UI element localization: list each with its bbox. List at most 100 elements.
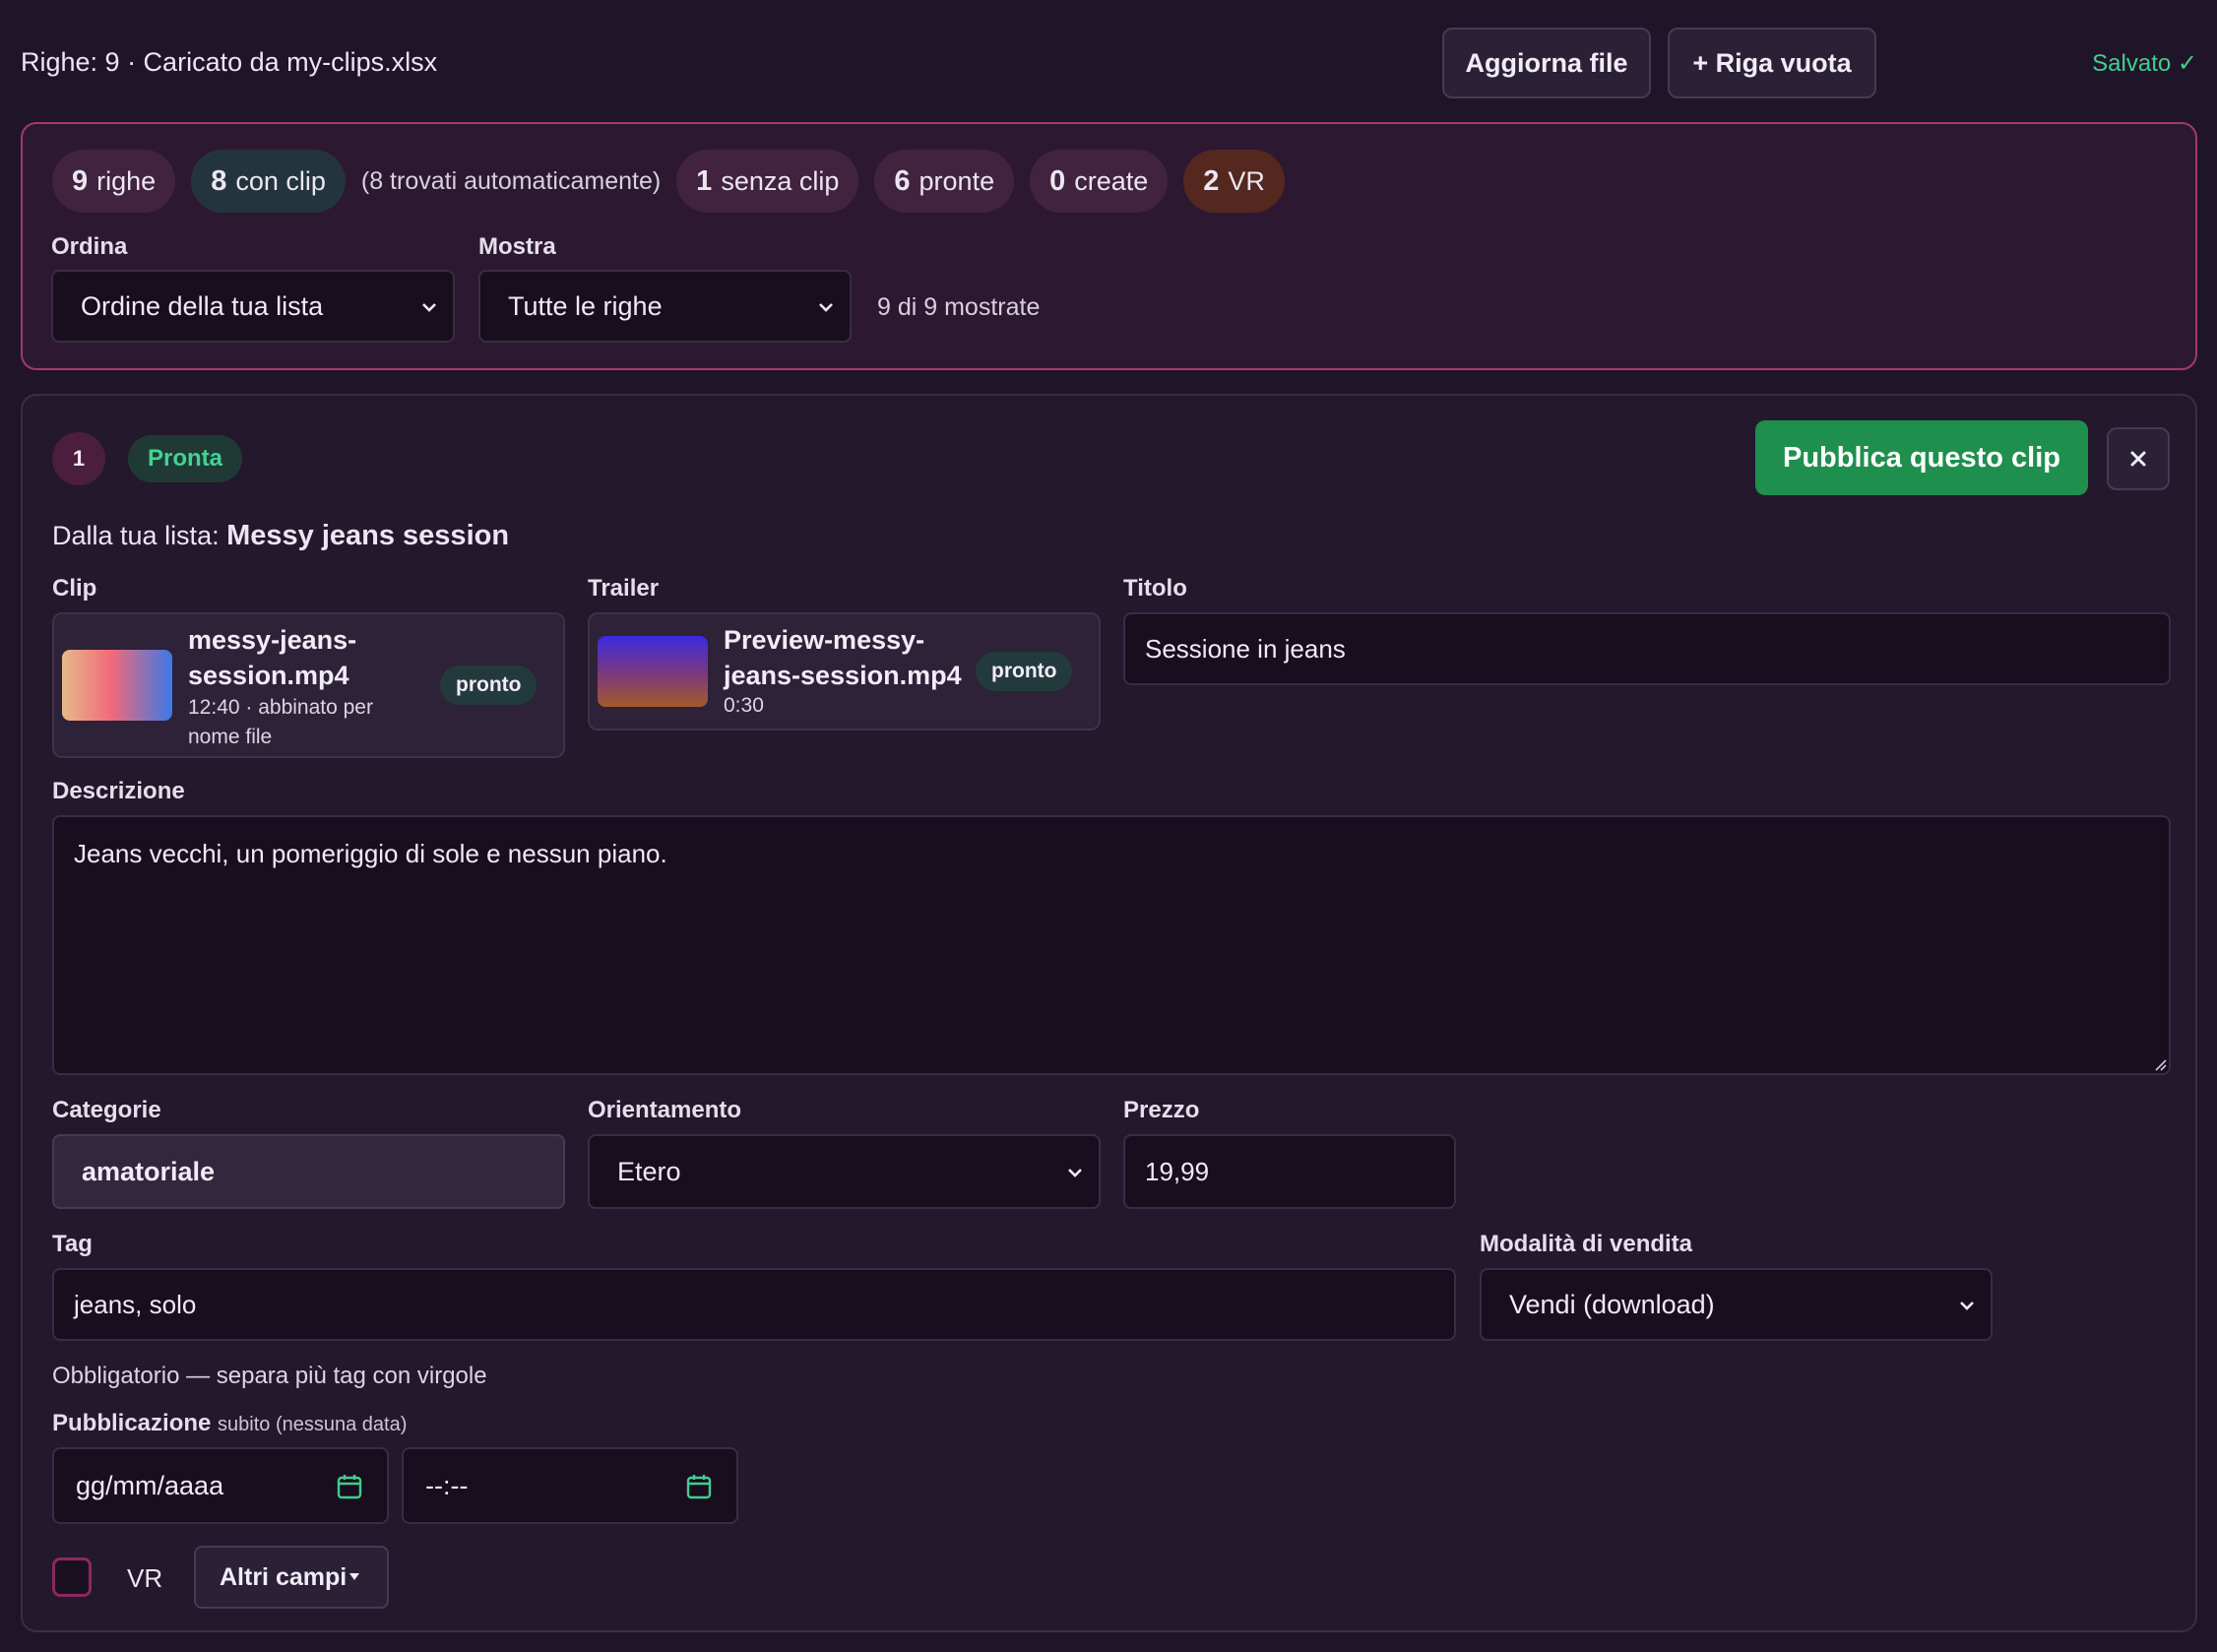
orientation-value: Etero: [617, 1156, 681, 1186]
chip-created-label: create: [1074, 165, 1149, 196]
chip-without-clip-label: senza clip: [721, 165, 840, 196]
publication-date-input[interactable]: gg/mm/aaaa: [52, 1447, 389, 1524]
close-icon: [2130, 451, 2146, 467]
clip-label: Clip: [52, 575, 97, 602]
clip-file-name-line2: session.mp4: [188, 661, 349, 690]
chip-vr-count: 2: [1203, 164, 1220, 197]
description-textarea[interactable]: Jeans vecchi, un pomeriggio di sole e ne…: [52, 815, 2171, 1075]
chip-rows[interactable]: 9 righe: [52, 150, 176, 213]
categories-label: Categorie: [52, 1097, 161, 1123]
chip-created-count: 0: [1049, 164, 1066, 197]
calendar-icon[interactable]: [685, 1473, 713, 1500]
chip-with-clip[interactable]: 8 con clip: [191, 150, 346, 213]
status-badge: Pronta: [128, 435, 243, 482]
rows-loaded-info: Righe: 9 · Caricato da my-clips.xlsx: [21, 47, 438, 77]
sale-mode-select[interactable]: Vendi (download): [1480, 1268, 1993, 1341]
chip-rows-label: righe: [96, 165, 157, 196]
chip-without-clip[interactable]: 1 senza clip: [676, 150, 859, 213]
shown-count: 9 di 9 mostrate: [877, 293, 1041, 321]
show-select[interactable]: Tutte le righe: [478, 270, 852, 343]
top-bar: Righe: 9 · Caricato da my-clips.xlsx Agg…: [0, 0, 2217, 126]
clip-file-name-line1: messy-jeans-: [188, 625, 357, 655]
publication-time-input[interactable]: --:--: [402, 1447, 738, 1524]
publication-date-placeholder: gg/mm/aaaa: [76, 1470, 224, 1500]
add-empty-row-button[interactable]: + Riga vuota: [1668, 28, 1876, 98]
publication-time-placeholder: --:--: [425, 1470, 469, 1500]
trailer-file-name: Preview-messy- jeans-session.mp4: [724, 622, 962, 693]
description-label: Descrizione: [52, 778, 185, 804]
publication-note: subito (nessuna data): [218, 1414, 408, 1435]
trailer-file-meta: 0:30: [724, 694, 764, 717]
publication-label: Pubblicazione subito (nessuna data): [52, 1410, 407, 1437]
chip-rows-count: 9: [72, 164, 89, 197]
title-input-value: Sessione in jeans: [1145, 633, 1346, 664]
more-fields-label: Altri campi: [220, 1562, 348, 1591]
calendar-icon[interactable]: [336, 1473, 363, 1500]
trailer-thumbnail: [598, 636, 708, 707]
trailer-status-pill: pronto: [976, 652, 1073, 691]
saved-status: Salvato ✓: [2092, 50, 2197, 77]
row-number: 1: [52, 432, 105, 485]
title-input[interactable]: Sessione in jeans: [1123, 612, 2171, 685]
price-input[interactable]: 19,99: [1123, 1134, 1456, 1209]
row-card: 1 Pronta Pubblica questo clip Dalla tua …: [21, 394, 2197, 1632]
description-value: Jeans vecchi, un pomeriggio di sole e ne…: [74, 839, 667, 868]
chip-with-clip-label: con clip: [235, 165, 326, 196]
resize-grip-icon[interactable]: [2153, 1057, 2167, 1071]
more-fields-button[interactable]: Altri campi: [194, 1546, 389, 1609]
trailer-file-name-line1: Preview-messy-: [724, 625, 925, 655]
tags-value: jeans, solo: [74, 1289, 197, 1319]
from-list-name: Messy jeans session: [226, 520, 510, 551]
chip-ready[interactable]: 6 pronte: [874, 150, 1015, 213]
chip-with-clip-count: 8: [211, 164, 227, 197]
price-label: Prezzo: [1123, 1097, 1200, 1123]
clip-file-meta-line2: nome file: [188, 726, 273, 748]
categories-input[interactable]: amatoriale: [52, 1134, 565, 1209]
chevron-down-icon: [819, 303, 833, 312]
page: Righe: 9 · Caricato da my-clips.xlsx Agg…: [0, 0, 2217, 1652]
sort-select-value: Ordine della tua lista: [81, 290, 324, 321]
chevron-down-icon: [1068, 1169, 1082, 1177]
trailer-file-box[interactable]: Preview-messy- jeans-session.mp4 0:30 pr…: [588, 612, 1101, 731]
show-label: Mostra: [478, 233, 556, 260]
chevron-down-icon: [1960, 1302, 1974, 1310]
tags-input[interactable]: jeans, solo: [52, 1268, 1456, 1341]
from-list-prefix: Dalla tua lista:: [52, 521, 220, 550]
sort-label: Ordina: [51, 233, 128, 260]
categories-value: amatoriale: [82, 1156, 216, 1186]
title-label: Titolo: [1123, 575, 1187, 602]
tags-hint: Obbligatorio — separa più tag con virgol…: [52, 1363, 487, 1389]
from-list-source: Dalla tua lista: Messy jeans session: [52, 520, 509, 552]
chip-vr[interactable]: 2 VR: [1183, 150, 1285, 213]
publication-label-text: Pubblicazione: [52, 1410, 212, 1436]
chip-without-clip-count: 1: [696, 164, 713, 197]
clip-file-meta-line1: 12:40 · abbinato per: [188, 696, 373, 719]
chip-ready-count: 6: [894, 164, 911, 197]
price-value: 19,99: [1145, 1156, 1210, 1186]
summary-chips: 9 righe 8 con clip (8 trovati automatica…: [52, 150, 1285, 213]
caret-down-icon: [349, 1573, 359, 1580]
refresh-file-button[interactable]: Aggiorna file: [1442, 28, 1651, 98]
orientation-label: Orientamento: [588, 1097, 742, 1123]
sale-mode-label: Modalità di vendita: [1480, 1231, 1693, 1257]
summary-panel: 9 righe 8 con clip (8 trovati automatica…: [21, 122, 2197, 370]
clip-file-meta: 12:40 · abbinato per nome file: [188, 693, 373, 752]
chip-created[interactable]: 0 create: [1030, 150, 1169, 213]
tags-label: Tag: [52, 1231, 93, 1257]
vr-checkbox[interactable]: [52, 1557, 92, 1597]
sort-select[interactable]: Ordine della tua lista: [51, 270, 455, 343]
clip-status-pill: pronto: [440, 666, 538, 705]
remove-row-button[interactable]: [2107, 427, 2170, 490]
clip-thumbnail: [62, 650, 172, 721]
sale-mode-value: Vendi (download): [1509, 1289, 1715, 1319]
clip-file-name: messy-jeans- session.mp4: [188, 622, 356, 693]
trailer-file-name-line2: jeans-session.mp4: [724, 661, 962, 690]
chevron-down-icon: [422, 303, 436, 312]
auto-found-note: (8 trovati automaticamente): [360, 166, 662, 195]
orientation-select[interactable]: Etero: [588, 1134, 1101, 1209]
show-select-value: Tutte le righe: [508, 290, 663, 321]
vr-label: VR: [127, 1563, 163, 1593]
clip-file-box[interactable]: messy-jeans- session.mp4 12:40 · abbinat…: [52, 612, 565, 758]
publish-clip-button[interactable]: Pubblica questo clip: [1755, 420, 2088, 495]
chip-vr-label: VR: [1228, 165, 1265, 196]
